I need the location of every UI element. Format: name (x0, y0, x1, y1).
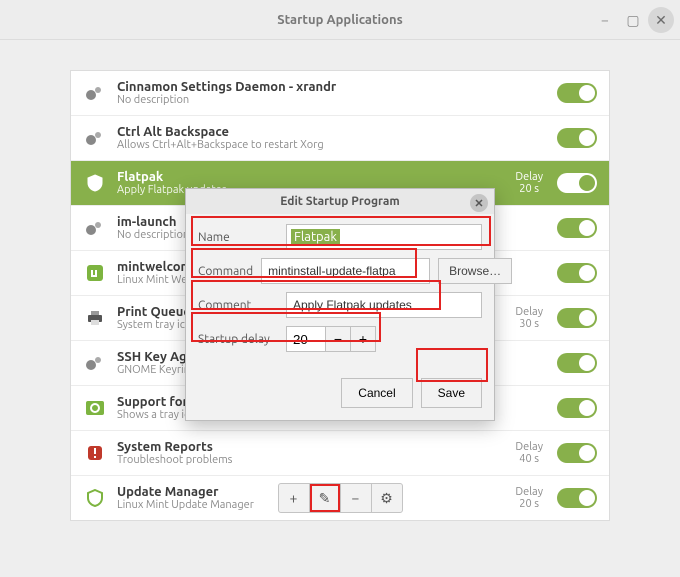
warning-icon (83, 444, 107, 462)
comment-field[interactable] (286, 292, 482, 318)
delay-label: Delay (515, 306, 543, 318)
shield-icon (83, 174, 107, 192)
list-item[interactable]: Ctrl Alt Backspace Allows Ctrl+Alt+Backs… (71, 116, 609, 161)
minimize-icon[interactable]: − (592, 7, 618, 33)
list-item[interactable]: Cinnamon Settings Daemon - xrandr No des… (71, 71, 609, 116)
comment-label: Comment (198, 299, 278, 312)
close-icon[interactable]: ✕ (648, 7, 674, 33)
delay-value: 40 s (515, 453, 543, 465)
gear-icon (83, 220, 107, 236)
nvidia-icon (83, 401, 107, 415)
name-label: Name (198, 231, 278, 244)
delay-value: 30 s (515, 318, 543, 330)
toggle-switch[interactable] (557, 128, 597, 148)
name-field[interactable]: Flatpak (291, 229, 340, 245)
add-button[interactable]: + (278, 483, 310, 513)
toggle-switch[interactable] (557, 263, 597, 283)
item-title: Cinnamon Settings Daemon - xrandr (117, 80, 557, 94)
gear-icon (83, 85, 107, 101)
delay-increment-button[interactable]: + (350, 326, 376, 352)
toggle-switch[interactable] (557, 218, 597, 238)
toggle-switch[interactable] (557, 398, 597, 418)
startup-delay-field[interactable] (286, 326, 326, 352)
gear-icon (83, 130, 107, 146)
toggle-switch[interactable] (557, 83, 597, 103)
window-title: Startup Applications (277, 13, 403, 27)
item-title: System Reports (117, 440, 515, 454)
item-desc: No description (117, 94, 557, 106)
mint-logo-icon (83, 264, 107, 282)
delay-label: Delay (515, 441, 543, 453)
browse-button[interactable]: Browse… (438, 258, 512, 284)
dialog-close-icon[interactable]: ✕ (470, 194, 488, 212)
command-field[interactable] (261, 258, 430, 284)
remove-button[interactable]: − (340, 483, 372, 513)
gear-icon (83, 355, 107, 371)
item-title: Ctrl Alt Backspace (117, 125, 557, 139)
list-item[interactable]: System Reports Troubleshoot problems Del… (71, 431, 609, 476)
toggle-switch[interactable] (557, 353, 597, 373)
dialog-title-text: Edit Startup Program (280, 195, 399, 208)
maximize-icon[interactable]: ▢ (620, 7, 646, 33)
toolbar: + ✎ − ⚙ (0, 483, 680, 513)
edit-startup-dialog: Edit Startup Program ✕ Name Flatpak Comm… (185, 188, 495, 421)
run-button[interactable]: ⚙ (371, 483, 403, 513)
toggle-switch[interactable] (557, 173, 597, 193)
toggle-switch[interactable] (557, 443, 597, 463)
toggle-switch[interactable] (557, 308, 597, 328)
save-button[interactable]: Save (421, 378, 482, 408)
dialog-title: Edit Startup Program ✕ (186, 189, 494, 214)
printer-icon (83, 310, 107, 326)
item-desc: Troubleshoot problems (117, 454, 515, 466)
delay-decrement-button[interactable]: − (325, 326, 351, 352)
item-title: Flatpak (117, 170, 515, 184)
startup-delay-label: Startup delay (198, 333, 278, 346)
edit-button[interactable]: ✎ (309, 483, 341, 513)
window-controls: − ▢ ✕ (592, 7, 674, 33)
delay-value: 20 s (515, 183, 543, 195)
delay-label: Delay (515, 171, 543, 183)
item-desc: Allows Ctrl+Alt+Backspace to restart Xor… (117, 139, 557, 151)
titlebar: Startup Applications − ▢ ✕ (0, 0, 680, 40)
command-label: Command (198, 265, 253, 278)
cancel-button[interactable]: Cancel (341, 378, 412, 408)
